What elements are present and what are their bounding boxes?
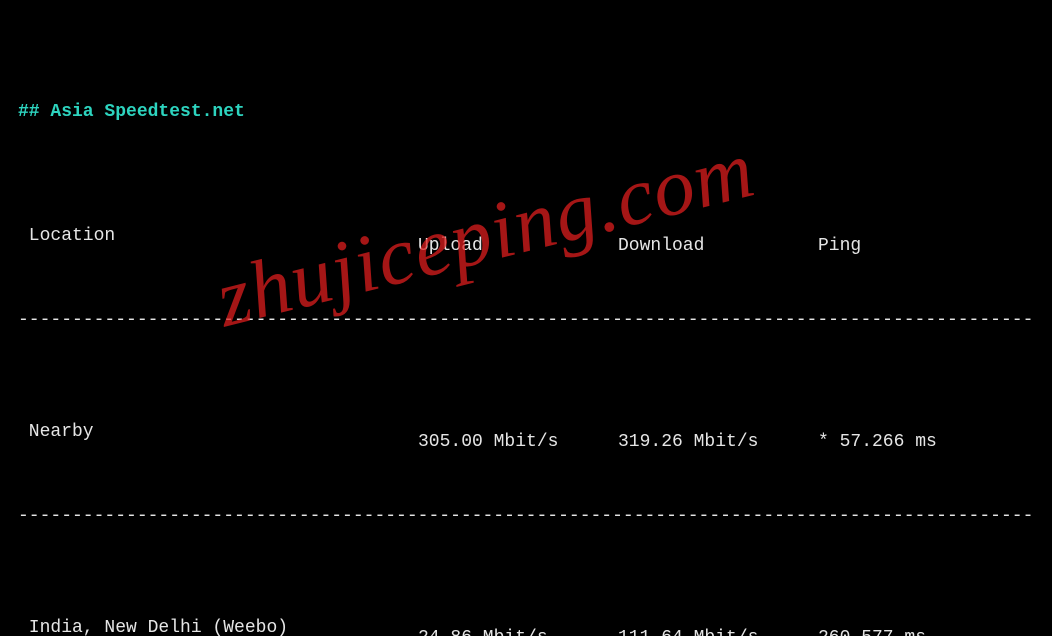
cell-location: India, New Delhi (Weebo) [18,614,418,636]
cell-ping: 260.577 ms [818,624,926,636]
col-header-download: Download [618,232,818,260]
nearby-upload: 305.00 Mbit/s [418,428,618,456]
nearby-row: Nearby305.00 Mbit/s319.26 Mbit/s* 57.266… [18,418,1034,446]
table-row: India, New Delhi (Weebo)24.86 Mbit/s111.… [18,614,1034,636]
cell-download: 111.64 Mbit/s [618,624,818,636]
cell-upload: 24.86 Mbit/s [418,624,618,636]
col-header-upload: Upload [418,232,618,260]
col-header-ping: Ping [818,232,861,260]
col-header-location: Location [18,222,418,250]
nearby-location: Nearby [18,418,418,446]
divider-line: ----------------------------------------… [18,306,1034,334]
nearby-ping: * 57.266 ms [818,428,937,456]
section-title: ## Asia Speedtest.net [18,98,1034,126]
nearby-download: 319.26 Mbit/s [618,428,818,456]
terminal-output: ## Asia Speedtest.net LocationUploadDown… [0,0,1052,636]
header-row: LocationUploadDownloadPing [18,222,1034,250]
divider-line: ----------------------------------------… [18,502,1034,530]
results-list: India, New Delhi (Weebo)24.86 Mbit/s111.… [18,614,1034,636]
